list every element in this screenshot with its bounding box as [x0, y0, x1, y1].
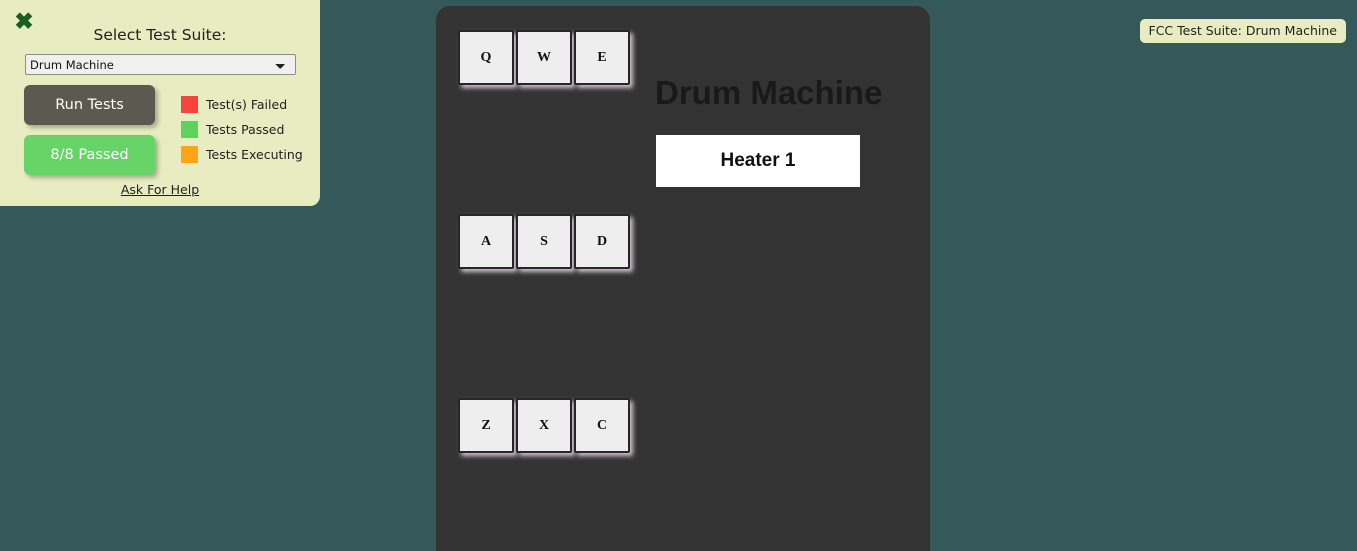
drum-pad-e[interactable]: E: [574, 30, 630, 85]
select-test-suite-label: Select Test Suite:: [93, 26, 227, 44]
pad-row: QWE: [458, 30, 638, 85]
drum-pad-w[interactable]: W: [516, 30, 572, 85]
drum-pad-d[interactable]: D: [574, 214, 630, 269]
ask-for-help-link[interactable]: Ask For Help: [0, 182, 320, 197]
drum-pad-q[interactable]: Q: [458, 30, 514, 85]
legend-label-failed: Test(s) Failed: [206, 97, 288, 112]
drum-pad-x[interactable]: X: [516, 398, 572, 453]
drum-pad-z[interactable]: Z: [458, 398, 514, 453]
drum-pad-s[interactable]: S: [516, 214, 572, 269]
legend-item-executing: Tests Executing: [181, 142, 303, 167]
fcc-test-suite-panel: ✖ Select Test Suite: Drum Machine Run Te…: [0, 0, 320, 206]
pad-row: ASD: [458, 214, 638, 269]
legend-label-passed: Tests Passed: [206, 122, 285, 137]
drum-machine-container: QWE ASD ZXC Drum Machine Heater 1: [436, 6, 930, 551]
executing-swatch-icon: [181, 146, 198, 163]
test-suite-select[interactable]: Drum Machine: [25, 54, 296, 75]
passed-swatch-icon: [181, 121, 198, 138]
run-tests-button[interactable]: Run Tests: [24, 85, 155, 125]
test-status-button[interactable]: 8/8 Passed: [24, 135, 155, 175]
drum-machine-display: Heater 1: [656, 135, 860, 187]
test-status-legend: Test(s) Failed Tests Passed Tests Execut…: [181, 92, 303, 167]
drum-machine-title: Drum Machine: [655, 74, 883, 111]
pad-row: ZXC: [458, 398, 638, 453]
legend-item-passed: Tests Passed: [181, 117, 303, 142]
drum-pad-c[interactable]: C: [574, 398, 630, 453]
drum-pad-a[interactable]: A: [458, 214, 514, 269]
test-suite-badge: FCC Test Suite: Drum Machine: [1139, 19, 1346, 43]
legend-item-failed: Test(s) Failed: [181, 92, 303, 117]
pad-bank: QWE ASD ZXC: [458, 30, 638, 453]
legend-label-executing: Tests Executing: [206, 147, 303, 162]
failed-swatch-icon: [181, 96, 198, 113]
